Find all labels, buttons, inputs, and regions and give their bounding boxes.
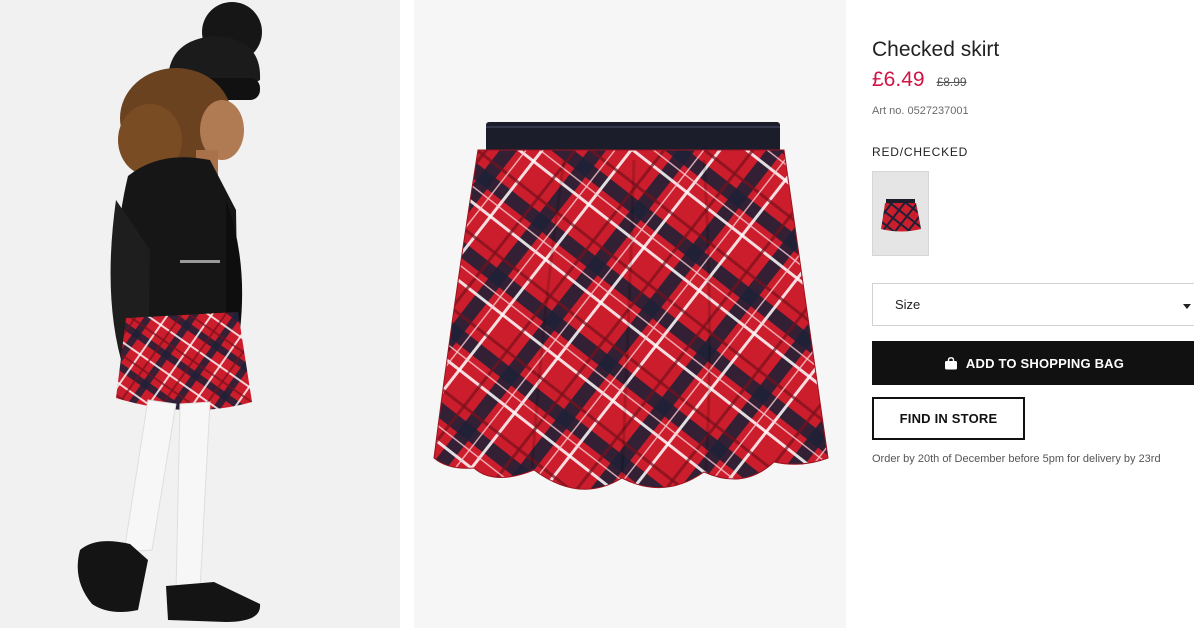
size-select-label: Size bbox=[895, 297, 921, 312]
find-in-store-button[interactable]: FIND IN STORE bbox=[872, 397, 1025, 440]
model-photo[interactable] bbox=[0, 0, 400, 628]
size-select[interactable]: Size bbox=[872, 283, 1194, 326]
add-to-bag-button[interactable]: ADD TO SHOPPING BAG bbox=[872, 341, 1194, 385]
add-to-bag-label: ADD TO SHOPPING BAG bbox=[965, 355, 1125, 371]
price-current: £6.49 bbox=[872, 68, 925, 91]
product-info-panel: Checked skirt £6.49 £8.99 Art no. 052723… bbox=[872, 0, 1194, 628]
product-page: Checked skirt £6.49 £8.99 Art no. 052723… bbox=[0, 0, 1194, 628]
price-row: £6.49 £8.99 bbox=[872, 68, 967, 92]
price-original: £8.99 bbox=[936, 75, 967, 89]
shopping-bag-icon bbox=[944, 356, 958, 370]
find-in-store-label: FIND IN STORE bbox=[899, 411, 998, 426]
product-title: Checked skirt bbox=[872, 38, 1000, 61]
color-swatch-red-checked[interactable] bbox=[872, 171, 929, 256]
chevron-down-icon bbox=[1183, 304, 1191, 309]
color-name: RED/CHECKED bbox=[872, 145, 969, 159]
article-number: Art no. 0527237001 bbox=[872, 105, 969, 117]
delivery-note: Order by 20th of December before 5pm for… bbox=[872, 453, 1161, 465]
product-photo[interactable] bbox=[414, 0, 846, 628]
